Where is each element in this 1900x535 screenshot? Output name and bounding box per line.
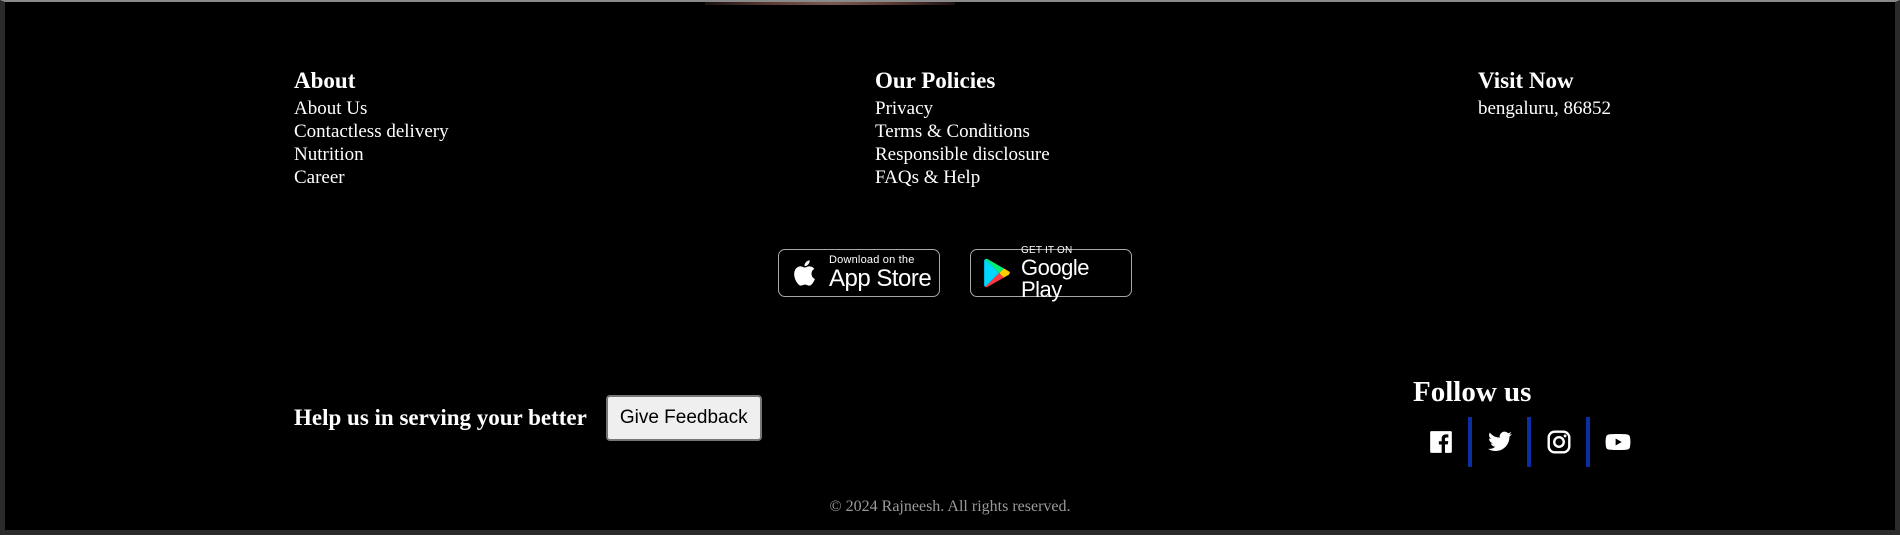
about-us-link[interactable]: About Us — [294, 97, 449, 120]
apple-icon — [794, 260, 815, 286]
terms-link[interactable]: Terms & Conditions — [875, 120, 1050, 143]
copyright-text: © 2024 Rajneesh. All rights reserved. — [829, 498, 1071, 515]
google-play-button[interactable]: GET IT ON Google Play — [970, 244, 1132, 300]
privacy-link[interactable]: Privacy — [875, 97, 1050, 120]
policies-column: Our Policies Privacy Terms & Conditions … — [875, 68, 1050, 189]
about-heading: About — [294, 68, 356, 93]
faqs-help-link[interactable]: FAQs & Help — [875, 166, 1050, 189]
responsible-disclosure-link[interactable]: Responsible disclosure — [875, 143, 1050, 166]
follow-section: Follow us — [1413, 375, 1645, 467]
career-link[interactable]: Career — [294, 166, 449, 189]
facebook-link[interactable] — [1413, 417, 1472, 467]
policies-heading: Our Policies — [875, 68, 996, 93]
follow-heading: Follow us — [1413, 376, 1532, 408]
hero-image-edge — [705, 2, 955, 5]
visit-heading: Visit Now — [1478, 68, 1574, 93]
app-store-big-text: App Store — [829, 265, 932, 292]
contactless-delivery-link[interactable]: Contactless delivery — [294, 120, 449, 143]
google-play-icon — [984, 258, 1010, 288]
nutrition-link[interactable]: Nutrition — [294, 143, 449, 166]
social-links — [1413, 417, 1645, 467]
twitter-icon — [1487, 431, 1512, 451]
youtube-icon — [1605, 433, 1630, 451]
instagram-link[interactable] — [1531, 417, 1590, 467]
address-text: bengaluru, 86852 — [1478, 98, 1611, 119]
youtube-link[interactable] — [1590, 417, 1645, 467]
google-play-small-text: GET IT ON — [1021, 244, 1073, 256]
instagram-icon — [1547, 430, 1570, 454]
footer: About About Us Contactless delivery Nutr… — [0, 0, 1900, 535]
feedback-prompt: Help us in serving your better — [294, 405, 587, 430]
twitter-link[interactable] — [1472, 417, 1531, 467]
google-play-big-text: Google Play — [1021, 254, 1089, 302]
visit-column: Visit Now bengaluru, 86852 — [1478, 68, 1611, 120]
feedback-row: Help us in serving your better Give Feed… — [294, 395, 762, 441]
about-column: About About Us Contactless delivery Nutr… — [294, 68, 449, 189]
facebook-icon — [1429, 431, 1452, 453]
give-feedback-button[interactable]: Give Feedback — [605, 395, 762, 441]
store-badges: Download on the App Store GET IT ON Goog… — [778, 244, 1132, 300]
app-store-button[interactable]: Download on the App Store — [778, 249, 940, 297]
